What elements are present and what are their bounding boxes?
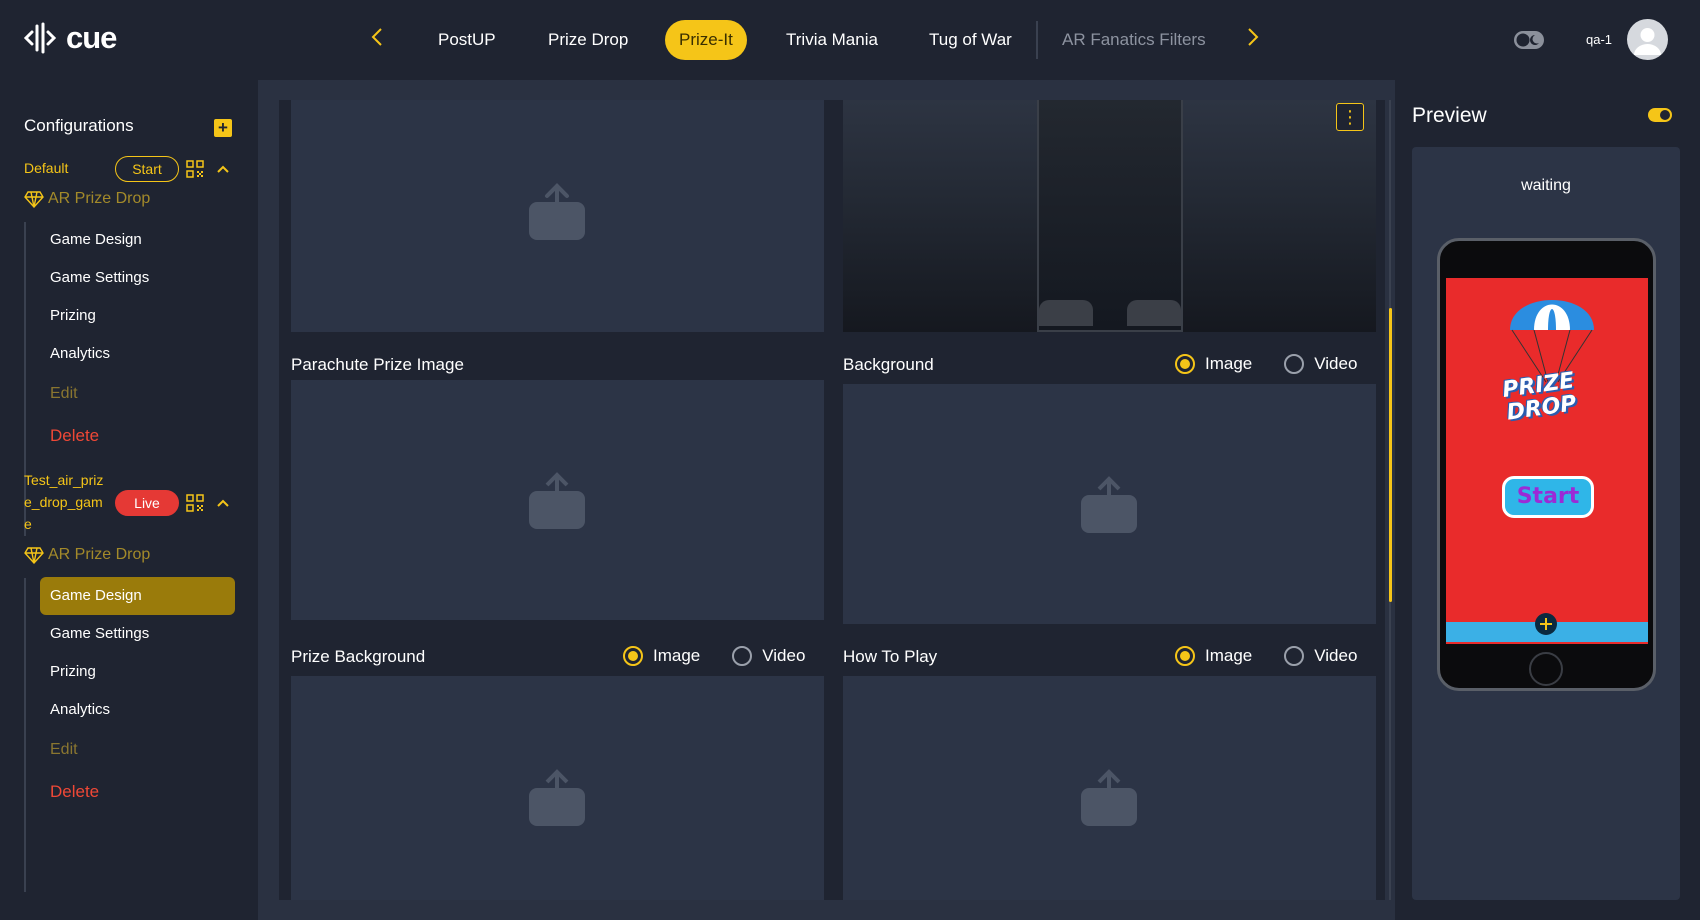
phone-frame-preview (1037, 100, 1183, 332)
menu-game-settings[interactable]: Game Settings (40, 615, 235, 653)
how-to-play-image-radio[interactable] (1175, 646, 1195, 666)
tab-ar-fanatics-filters[interactable]: AR Fanatics Filters (1062, 20, 1206, 60)
menu-delete[interactable]: Delete (40, 773, 235, 811)
config-status-live[interactable]: Live (115, 490, 179, 516)
background-upload[interactable] (843, 384, 1376, 624)
chevron-left-icon (371, 28, 382, 46)
radio-label: Image (653, 646, 701, 665)
cue-logo[interactable]: cue (24, 20, 117, 56)
tabs-next-button[interactable] (1241, 26, 1265, 54)
logo-text: cue (66, 20, 117, 55)
preview-start-button[interactable]: Start (1502, 476, 1594, 518)
chevron-up-icon[interactable] (215, 495, 231, 511)
preview-status: waiting (1521, 177, 1571, 194)
menu-edit[interactable]: Edit (40, 375, 235, 413)
preview-title: Preview (1412, 104, 1487, 127)
tab-prize-drop[interactable]: Prize Drop (548, 20, 628, 60)
user-icon (1634, 28, 1661, 55)
phone-bottom-bar (1446, 613, 1648, 642)
tab-trivia-mania[interactable]: Trivia Mania (786, 20, 878, 60)
sponsor-logo (1039, 300, 1093, 326)
menu-game-design[interactable]: Game Design (40, 221, 235, 259)
prize-background-video-radio[interactable] (732, 646, 753, 666)
config-name-test-air-prize-drop[interactable]: Test_air_priz e_drop_gam e (24, 469, 103, 535)
menu-game-settings[interactable]: Game Settings (40, 259, 235, 297)
preview-toggle[interactable] (1648, 108, 1672, 122)
menu-delete[interactable]: Delete (40, 417, 235, 455)
config-status-start[interactable]: Start (115, 156, 179, 182)
config-name-line: e_drop_gam (24, 494, 103, 510)
tree-line (24, 578, 26, 892)
radio-label: Video (762, 646, 806, 665)
upload-icon (529, 472, 585, 529)
radio-label: Video (1314, 646, 1358, 665)
upload-dropzone[interactable] (291, 100, 824, 332)
game-type-label: AR Prize Drop (24, 546, 150, 564)
game-type-label: AR Prize Drop (24, 190, 150, 208)
prize-background-label: Prize Background (291, 647, 426, 666)
config-name-default[interactable]: Default (24, 157, 68, 179)
upload-icon (529, 769, 585, 826)
radio-label: Image (1205, 354, 1253, 373)
menu-game-design[interactable]: Game Design (40, 577, 235, 615)
config-name-line: Test_air_priz (24, 472, 104, 488)
upload-icon (1081, 769, 1137, 826)
user-avatar[interactable] (1627, 19, 1668, 60)
tab-prize-it[interactable]: Prize-It (665, 20, 747, 60)
game-type-text: AR Prize Drop (48, 190, 151, 207)
how-to-play-video-radio[interactable] (1284, 646, 1305, 666)
game-type-text: AR Prize Drop (48, 546, 151, 563)
user-name: qa-1 (1586, 32, 1613, 47)
theme-toggle[interactable] (1513, 30, 1545, 50)
image-options-button[interactable]: ⋮ (1336, 103, 1364, 131)
how-to-play-upload[interactable] (843, 676, 1376, 900)
cue-logo-icon (24, 22, 57, 54)
plus-icon: + (218, 118, 228, 137)
plus-circle-icon (1535, 613, 1557, 635)
prize-background-type-radio-group: Image Video (623, 646, 805, 666)
how-to-play-type-radio-group: Image Video (1175, 646, 1357, 666)
sidebar: Configurations + Default Start AR Prize … (0, 80, 258, 920)
top-bar: cue PostUP Prize Drop Prize-It Trivia Ma… (0, 0, 1700, 80)
tab-divider (1036, 21, 1038, 59)
qr-code-icon[interactable] (186, 494, 204, 512)
menu-analytics[interactable]: Analytics (40, 335, 235, 373)
menu-prizing[interactable]: Prizing (40, 297, 235, 335)
prize-background-image-radio[interactable] (623, 646, 643, 666)
current-image-preview[interactable] (843, 100, 1376, 332)
team-logo (1127, 300, 1181, 326)
chevron-up-icon[interactable] (215, 161, 231, 177)
background-image-radio[interactable] (1175, 354, 1195, 374)
qr-code-icon[interactable] (186, 160, 204, 178)
tab-tug-of-war[interactable]: Tug of War (929, 20, 1012, 60)
background-label: Background (843, 355, 934, 374)
radio-label: Image (1205, 646, 1253, 665)
kebab-menu-icon: ⋮ (1341, 107, 1359, 127)
phone-screen (1446, 278, 1648, 644)
background-type-radio-group: Image Video (1175, 354, 1357, 374)
prize-background-upload[interactable] (291, 676, 824, 900)
tab-postup[interactable]: PostUP (438, 20, 496, 60)
parachute-prize-image-label: Parachute Prize Image (291, 355, 464, 374)
parachute-prize-upload[interactable] (291, 380, 824, 620)
background-video-radio[interactable] (1284, 354, 1305, 374)
dark-mode-toggle-icon (1514, 31, 1544, 49)
menu-prizing[interactable]: Prizing (40, 653, 235, 691)
scrollbar-thumb[interactable] (1389, 308, 1392, 602)
radio-label: Video (1314, 354, 1358, 373)
add-configuration-button[interactable]: + (214, 119, 232, 137)
upload-icon (1081, 476, 1137, 533)
menu-edit[interactable]: Edit (40, 731, 235, 769)
tabs-prev-button[interactable] (365, 26, 389, 54)
diamond-icon (24, 191, 44, 208)
configurations-title: Configurations (24, 116, 134, 135)
upload-icon (529, 183, 585, 240)
chevron-right-icon (1248, 28, 1259, 46)
how-to-play-label: How To Play (843, 647, 938, 666)
phone-home-button (1529, 652, 1563, 686)
config-name-line: e (24, 516, 32, 532)
diamond-icon (24, 547, 44, 564)
menu-analytics[interactable]: Analytics (40, 691, 235, 729)
